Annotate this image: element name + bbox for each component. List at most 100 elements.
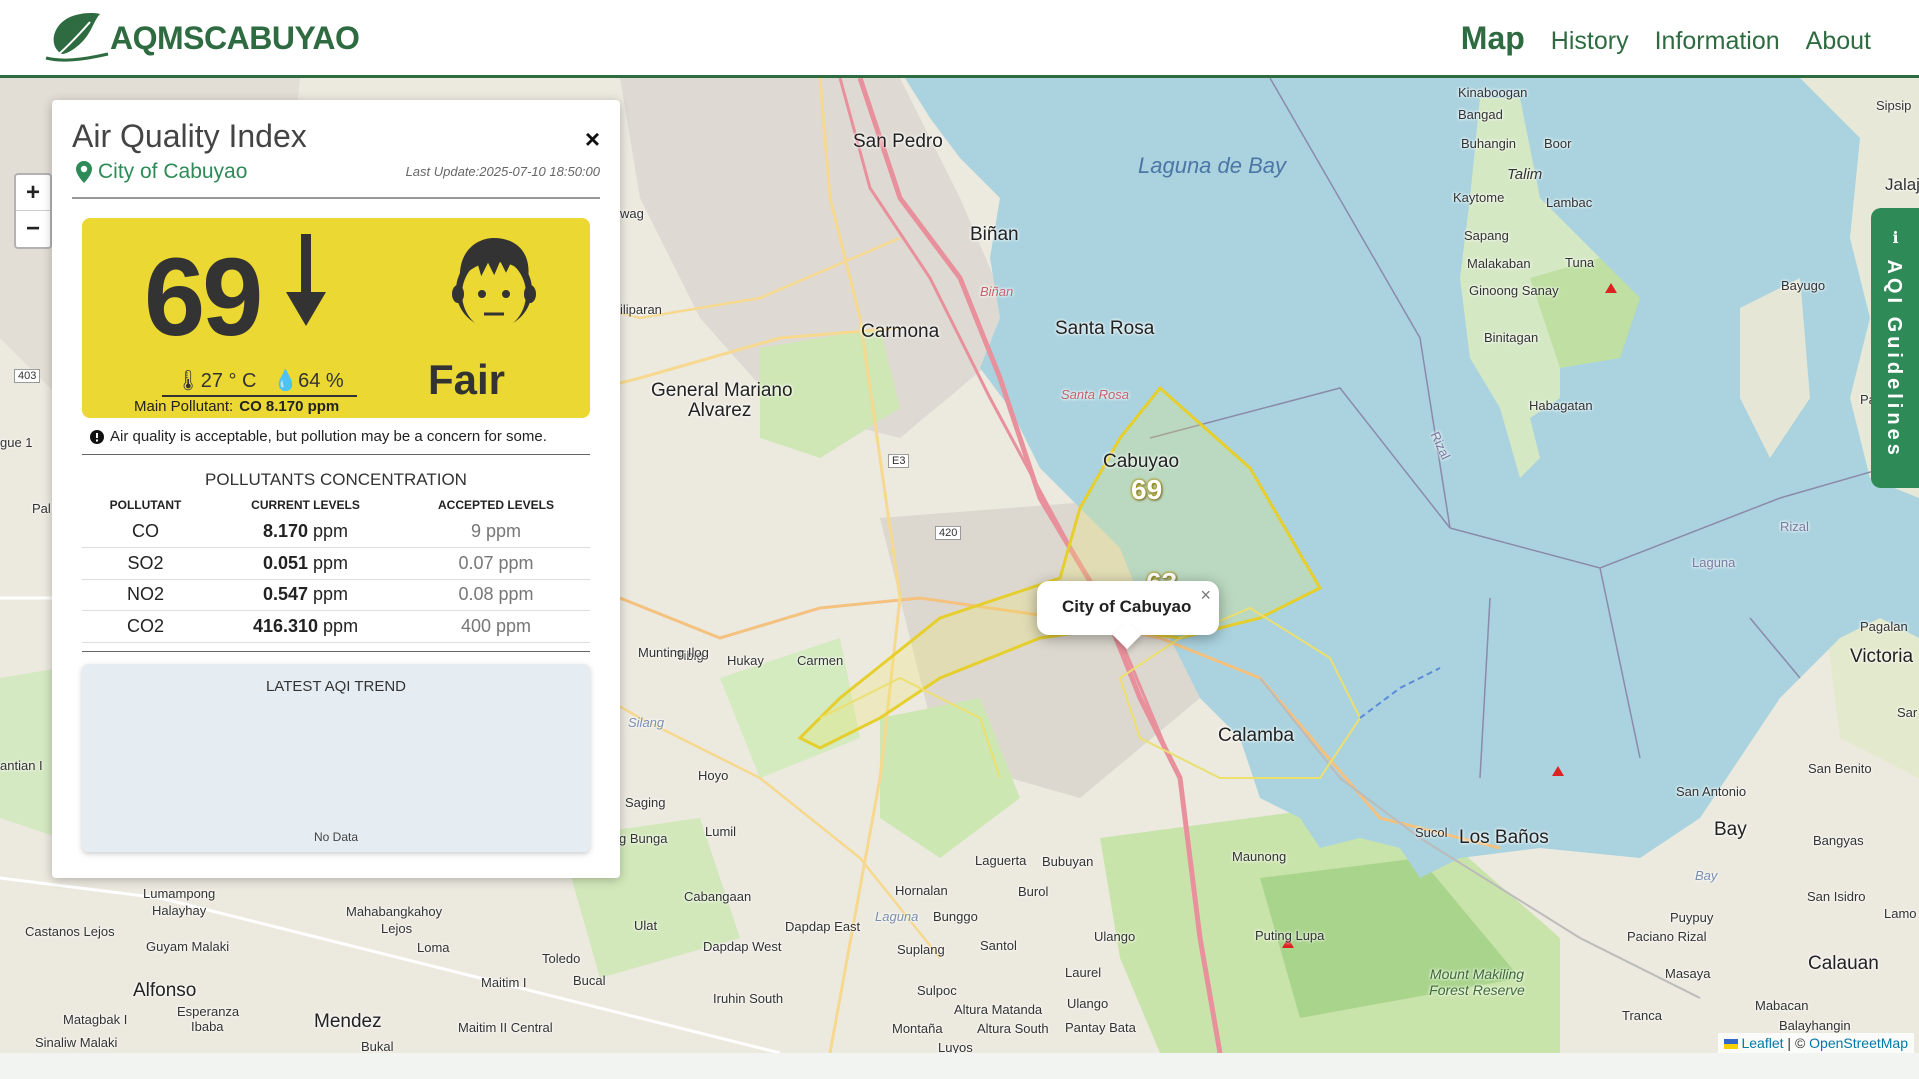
map-label: Mabacan xyxy=(1755,998,1809,1013)
map-pin-icon xyxy=(76,161,92,183)
divider xyxy=(82,454,590,455)
map-label: San Pedro xyxy=(853,131,943,152)
info-icon: ℹ xyxy=(1886,228,1903,260)
map-label: Hornalan xyxy=(895,883,948,898)
map-label: Santol xyxy=(980,938,1017,953)
map-label: Sulpoc xyxy=(917,983,957,998)
map-label: Halayhay xyxy=(152,903,207,918)
aqi-guidelines-tab[interactable]: ℹ AQI Guidelines xyxy=(1871,208,1919,488)
map-label: Carmen xyxy=(797,653,844,668)
zoom-out-button[interactable]: − xyxy=(16,211,50,247)
location: City of Cabuyao xyxy=(76,160,247,184)
environment-readings: 🌡27 ° C 💧64 % xyxy=(162,368,357,397)
map-label: Cabuyao xyxy=(1103,451,1180,472)
map-label: General Mariano xyxy=(651,380,793,401)
table-row: CO 8.170 ppm 9 ppm xyxy=(82,516,590,548)
map-label: Laurel xyxy=(1065,965,1102,980)
nav-map[interactable]: Map xyxy=(1461,20,1525,57)
brand[interactable]: AQMSCABUYAO xyxy=(42,10,360,62)
aqi-marker[interactable]: 69 xyxy=(1131,474,1162,506)
map-label: Ulat xyxy=(634,918,658,933)
trend-title: LATEST AQI TREND xyxy=(265,678,407,695)
last-update: Last Update:2025-07-10 18:50:00 xyxy=(405,164,600,179)
map-label: Altura Matanda xyxy=(954,1002,1043,1017)
map-label: Ulango xyxy=(1067,996,1109,1011)
accepted-level: 0.07 ppm xyxy=(402,547,590,580)
exclamation-circle-icon xyxy=(90,429,104,444)
panel-close-button[interactable]: × xyxy=(585,124,600,155)
map-label: Mount Makiling Forest Reserve xyxy=(1429,966,1525,998)
map-label: Bangad xyxy=(1458,107,1503,122)
osm-link[interactable]: OpenStreetMap xyxy=(1809,1035,1908,1051)
guidelines-label: ℹ AQI Guidelines xyxy=(1883,228,1905,459)
map-label: gue 1 xyxy=(0,435,33,450)
map-label: g Bunga xyxy=(619,831,668,846)
map-label: Masaya xyxy=(1665,966,1711,981)
thermometer-icon: 🌡 xyxy=(175,370,201,392)
table-row: SO2 0.051 ppm 0.07 ppm xyxy=(82,547,590,580)
map-label: Bayugo xyxy=(1781,278,1826,293)
map-label: Boor xyxy=(1544,136,1572,151)
divider xyxy=(82,651,590,652)
map-label: Dapdap East xyxy=(785,919,861,934)
map-label: Bay xyxy=(1695,868,1718,883)
accepted-level: 400 ppm xyxy=(402,610,590,643)
map-label: Ibaba xyxy=(191,1019,224,1034)
zoom-in-button[interactable]: + xyxy=(16,175,50,211)
nav-information[interactable]: Information xyxy=(1655,27,1780,56)
map-label: Hukay xyxy=(727,653,764,668)
map-label: Sipsip xyxy=(1876,98,1912,113)
pollutants-table: POLLUTANT CURRENT LEVELS ACCEPTED LEVELS… xyxy=(82,496,590,643)
map-label: Altura South xyxy=(977,1021,1049,1036)
nav-about[interactable]: About xyxy=(1806,27,1871,56)
map-label: Kinaboogan xyxy=(1458,85,1528,100)
map-label: Suplang xyxy=(897,942,945,957)
map-label: Burol xyxy=(1018,884,1049,899)
leaflet-link[interactable]: Leaflet xyxy=(1741,1035,1783,1051)
map-label: Alfonso xyxy=(133,980,197,1001)
map-label: Lumampong xyxy=(143,886,216,901)
column-header: CURRENT LEVELS xyxy=(251,498,360,512)
map-label: Victoria xyxy=(1850,646,1914,667)
popup-close-button[interactable]: × xyxy=(1200,585,1211,606)
accepted-level: 9 ppm xyxy=(402,516,590,548)
map-label: Los Baños xyxy=(1459,827,1549,848)
map-label: Maitim II Central xyxy=(458,1020,553,1035)
map-label: Binitagan xyxy=(1484,330,1539,345)
aqi-value: 69 xyxy=(144,236,263,359)
road-shield: 403 xyxy=(14,369,41,383)
arrow-down-icon xyxy=(286,234,326,326)
map-label: Santa Rosa xyxy=(1055,318,1155,339)
map-label: iliparan xyxy=(620,302,662,317)
map-label: Habagatan xyxy=(1529,398,1593,413)
pollutant-name: CO xyxy=(82,516,209,548)
attribution-sep: | © xyxy=(1787,1035,1806,1051)
map-label: Sapang xyxy=(1464,228,1509,243)
map-label: Tuna xyxy=(1565,255,1595,270)
accepted-level: 0.08 ppm xyxy=(402,579,590,611)
page-footer-strip xyxy=(0,1053,1919,1079)
trend-empty-label: No Data xyxy=(313,830,359,844)
nav-history[interactable]: History xyxy=(1551,27,1629,56)
road-shield: 420 xyxy=(935,526,962,540)
map-label: Tranca xyxy=(1622,1008,1662,1023)
map-label: Laguna xyxy=(1692,555,1736,570)
brand-name: AQMSCABUYAO xyxy=(110,19,360,56)
map-label: Balayhangin xyxy=(1779,1018,1851,1033)
map-label: Laguerta xyxy=(975,853,1027,868)
leaf-icon xyxy=(45,13,109,62)
map-label: Mahabangkahoy xyxy=(346,904,443,919)
map-label: Pantay Bata xyxy=(1065,1020,1136,1035)
current-level: 8.170 ppm xyxy=(209,516,403,548)
map-label: Hoyo xyxy=(698,768,729,783)
map-label: Pagalan xyxy=(1860,619,1908,634)
map-label: Iruhin South xyxy=(713,991,784,1006)
map-label: Rizal xyxy=(1780,519,1809,534)
map-label: Munting Ilog xyxy=(638,645,709,660)
zoom-control: + − xyxy=(14,173,52,249)
map-label: antian I xyxy=(0,758,43,773)
map-label: wag xyxy=(620,206,644,221)
map-label: Bukal xyxy=(361,1039,394,1053)
popup-title: City of Cabuyao xyxy=(1062,597,1192,616)
map-label: Cabangaan xyxy=(684,889,752,904)
